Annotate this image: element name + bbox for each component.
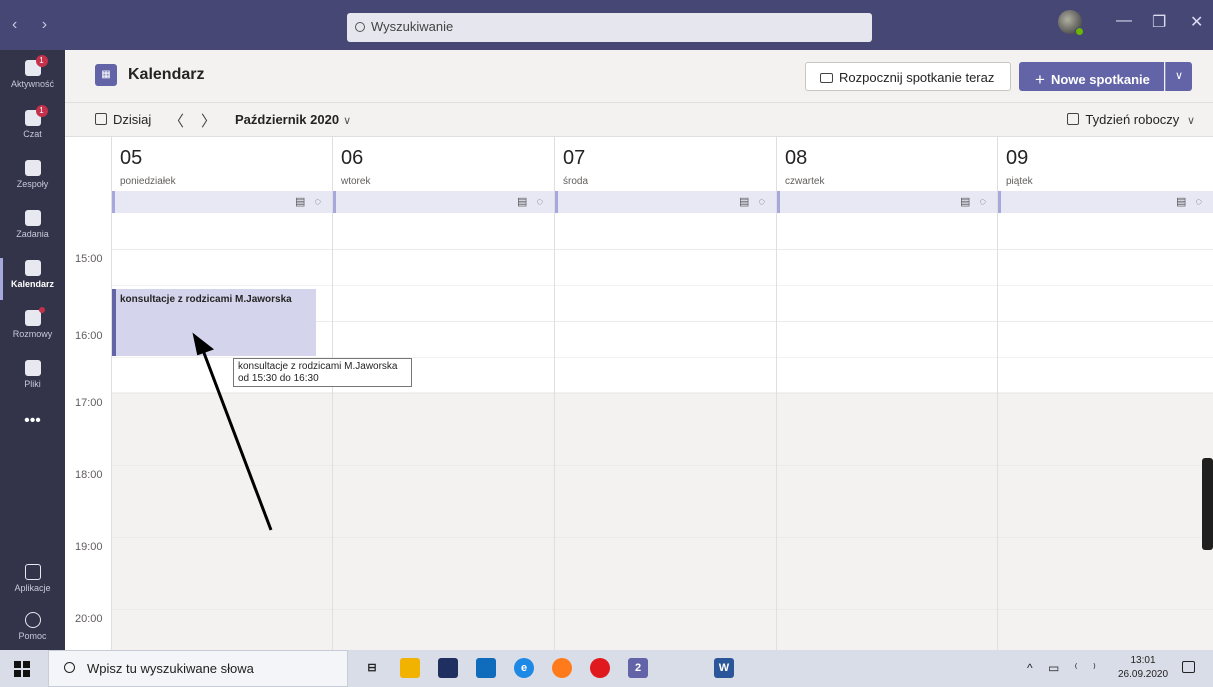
taskbar-search-placeholder: Wpisz tu wyszukiwane słowa <box>87 661 254 676</box>
history-nav[interactable]: ‹ › <box>12 16 57 34</box>
windows-start-icon[interactable] <box>14 661 30 677</box>
annotation-arrow <box>192 332 273 531</box>
help-icon <box>24 612 41 628</box>
rail-item-help[interactable]: Pomoc <box>0 606 65 656</box>
today-icon <box>95 113 107 125</box>
search-icon <box>355 22 365 32</box>
word-icon[interactable]: W <box>714 658 734 678</box>
calendar-icon: ▦ <box>95 64 117 86</box>
rail-label: Rozmowy <box>12 329 53 339</box>
rail-item-teams[interactable]: Zespoły <box>0 154 65 204</box>
more-apps-button[interactable]: ••• <box>0 412 65 430</box>
rail-label: Zadania <box>16 229 49 239</box>
rail-label: Pliki <box>24 379 41 389</box>
windows-taskbar: Wpisz tu wyszukiwane słowa ⊟ e 2 W ^ ▭ ⁽… <box>0 650 1213 687</box>
store-icon[interactable] <box>438 658 458 678</box>
rail-item-tasks[interactable]: Zadania <box>0 204 65 254</box>
rail-label: Aplikacje <box>14 583 51 593</box>
edge-icon[interactable]: e <box>514 658 534 678</box>
rail-label: Aktywność <box>10 79 54 89</box>
plus-icon: + <box>1035 70 1045 89</box>
clock-date: 26.09.2020 <box>1118 669 1169 680</box>
file-icon <box>24 360 41 376</box>
search-placeholder: Wyszukiwanie <box>371 19 454 34</box>
scrollbar[interactable] <box>1202 458 1213 550</box>
notification-badge: 1 <box>35 105 48 117</box>
new-meeting-label: Nowe spotkanie <box>1050 72 1150 87</box>
rail-item-apps[interactable]: Aplikacje <box>0 558 65 608</box>
meet-now-button[interactable]: Rozpocznij spotkanie teraz <box>805 62 1011 91</box>
taskbar-search-input[interactable]: Wpisz tu wyszukiwane słowa <box>48 650 348 687</box>
new-meeting-button[interactable]: + Nowe spotkanie <box>1019 62 1164 91</box>
prev-week-button[interactable]: 〈 <box>169 110 184 131</box>
rail-item-files[interactable]: Pliki <box>0 354 65 404</box>
maximize-button[interactable]: ❐ <box>1152 12 1166 32</box>
search-icon <box>64 662 75 673</box>
calendar-icon <box>24 260 41 276</box>
month-label: Październik 2020 <box>235 112 340 127</box>
view-switcher[interactable]: Tydzień roboczy ∨ <box>1067 112 1195 127</box>
rail-item-chat[interactable]: 1 Czat <box>0 104 65 154</box>
rail-label: Zespoły <box>16 179 49 189</box>
teams-badge: 2 <box>634 662 642 674</box>
meet-now-label: Rozpocznij spotkanie teraz <box>839 70 995 85</box>
firefox-icon[interactable] <box>552 658 572 678</box>
calendar-view-icon <box>1067 113 1080 125</box>
rail-label: Czat <box>23 129 42 139</box>
mail-icon[interactable] <box>476 658 496 678</box>
notification-badge: 1 <box>35 55 48 67</box>
phone-icon <box>24 307 45 326</box>
rail-label: Kalendarz <box>10 279 54 289</box>
app-bar: 1 Aktywność 1 Czat Zespoły Zadania Kalen… <box>0 50 65 650</box>
rail-label: Pomoc <box>18 631 47 641</box>
opera-icon[interactable] <box>590 658 610 678</box>
bell-icon: 1 <box>24 55 48 76</box>
view-label: Tydzień roboczy <box>1085 112 1180 127</box>
calendar-grid: 05 poniedziałek 06 wtorek 07 środa 08 cz… <box>65 137 1213 650</box>
close-button[interactable]: ✕ <box>1190 12 1203 32</box>
title-bar: ‹ › Wyszukiwanie — ❐ ✕ <box>0 0 1213 50</box>
chevron-down-icon: ∨ <box>1186 115 1195 127</box>
apps-icon <box>24 564 41 580</box>
new-meeting-dropdown[interactable]: ∨ <box>1165 62 1192 91</box>
alert-dot <box>38 307 45 313</box>
clock[interactable]: 13:01 26.09.2020 <box>1118 654 1168 682</box>
chat-icon: 1 <box>24 105 48 126</box>
chevron-down-icon: ∨ <box>343 115 352 127</box>
presence-dot <box>1075 27 1084 36</box>
teams-icon <box>24 160 41 176</box>
task-view-icon[interactable]: ⊟ <box>362 658 382 678</box>
rail-item-activity[interactable]: 1 Aktywność <box>0 54 65 104</box>
calendar-toolbar: Dzisiaj 〈 〉 Październik 2020 ∨ Tydzień ro… <box>65 103 1213 137</box>
minimize-button[interactable]: — <box>1116 12 1132 30</box>
calendar-header: ▦ Kalendarz Rozpocznij spotkanie teraz +… <box>65 50 1213 103</box>
clock-time: 13:01 <box>1130 655 1156 666</box>
camera-icon <box>820 73 833 83</box>
notification-icon[interactable] <box>1182 661 1195 673</box>
tasks-icon <box>24 210 41 226</box>
next-week-button[interactable]: 〉 <box>201 110 216 131</box>
avatar[interactable] <box>1058 10 1084 36</box>
teams-taskbar-icon[interactable]: 2 <box>628 658 648 678</box>
page-title: Kalendarz <box>128 66 205 83</box>
search-box[interactable]: Wyszukiwanie <box>347 13 872 42</box>
file-explorer-icon[interactable] <box>400 658 420 678</box>
rail-item-calls[interactable]: Rozmowy <box>0 304 65 354</box>
system-tray[interactable]: ^ ▭ ⁽ ⁾ <box>1027 661 1102 675</box>
month-picker[interactable]: Październik 2020 ∨ <box>235 112 351 127</box>
rail-item-calendar[interactable]: Kalendarz <box>0 254 65 304</box>
today-label: Dzisiaj <box>113 112 152 127</box>
today-button[interactable]: Dzisiaj <box>95 112 151 127</box>
